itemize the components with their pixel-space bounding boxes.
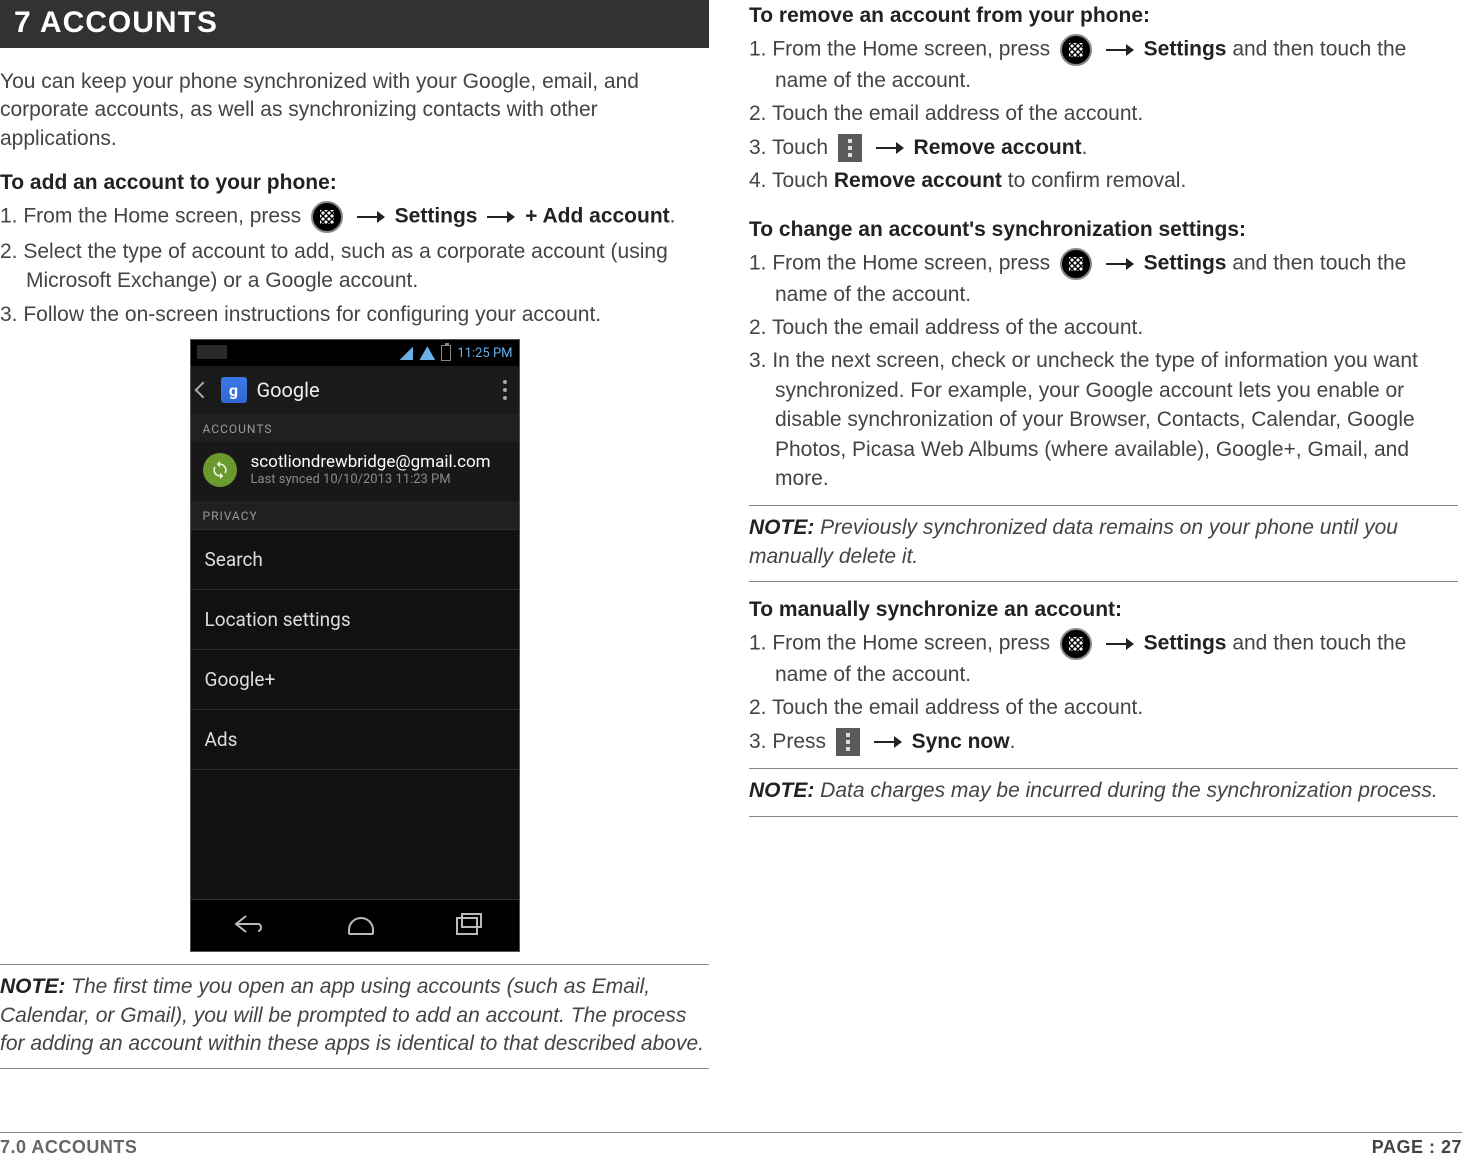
note-label: NOTE: bbox=[0, 975, 65, 998]
status-bar: 11:25 PM bbox=[191, 340, 519, 366]
manual-step-2: 2. Touch the email address of the accoun… bbox=[749, 693, 1458, 722]
add-account-heading: To add an account to your phone: bbox=[0, 171, 709, 195]
change-step-3: 3. In the next screen, check or uncheck … bbox=[749, 346, 1458, 493]
arrow-icon bbox=[1106, 638, 1134, 650]
privacy-item-ads[interactable]: Ads bbox=[191, 709, 519, 769]
google-logo-icon: g bbox=[221, 377, 247, 403]
phone-screenshot: 11:25 PM g Google ACCOUNTS scotliondrewb… bbox=[190, 339, 520, 952]
page-footer: 7.0 ACCOUNTS PAGE : 27 bbox=[0, 1132, 1462, 1158]
nav-home-icon[interactable] bbox=[348, 917, 374, 935]
clock: 11:25 PM bbox=[457, 346, 512, 361]
apps-icon bbox=[1060, 628, 1092, 660]
settings-label: Settings bbox=[395, 205, 478, 228]
add-account-label: + Add account bbox=[525, 205, 670, 228]
manual-step-1: 1. From the Home screen, press Settings … bbox=[749, 628, 1458, 689]
settings-label: Settings bbox=[1144, 38, 1227, 61]
privacy-item-googleplus[interactable]: Google+ bbox=[191, 649, 519, 709]
arrow-icon bbox=[1106, 258, 1134, 270]
wifi-icon bbox=[419, 346, 435, 360]
note-label: NOTE: bbox=[749, 516, 814, 539]
note-first-time: NOTE: The first time you open an app usi… bbox=[0, 964, 709, 1069]
sync-now-label: Sync now bbox=[912, 730, 1010, 753]
add-account-steps: 1. From the Home screen, press Settings … bbox=[0, 201, 709, 329]
intro-text: You can keep your phone synchronized wit… bbox=[0, 68, 709, 153]
footer-page-number: PAGE : 27 bbox=[1372, 1137, 1462, 1158]
arrow-icon bbox=[1106, 44, 1134, 56]
manual-sync-heading: To manually synchronize an account: bbox=[749, 598, 1458, 622]
nav-recent-icon[interactable] bbox=[456, 917, 478, 935]
account-row[interactable]: scotliondrewbridge@gmail.com Last synced… bbox=[191, 442, 519, 501]
nav-bar bbox=[191, 899, 519, 951]
change-sync-heading: To change an account's synchronization s… bbox=[749, 218, 1458, 242]
privacy-section-label: PRIVACY bbox=[191, 501, 519, 529]
footer-section: 7.0 ACCOUNTS bbox=[0, 1137, 137, 1158]
remove-account-heading: To remove an account from your phone: bbox=[749, 4, 1458, 28]
change-step-2: 2. Touch the email address of the accoun… bbox=[749, 313, 1458, 342]
overflow-menu-icon[interactable] bbox=[503, 380, 507, 384]
remove-step-4: 4. Touch Remove account to confirm remov… bbox=[749, 166, 1458, 195]
privacy-item-location[interactable]: Location settings bbox=[191, 589, 519, 649]
add-step-3: 3. Follow the on-screen instructions for… bbox=[0, 300, 709, 329]
add-step-2: 2. Select the type of account to add, su… bbox=[0, 237, 709, 296]
remove-account-steps: 1. From the Home screen, press Settings … bbox=[749, 34, 1458, 196]
arrow-icon bbox=[487, 211, 515, 223]
text: 1. From the Home screen, press bbox=[0, 205, 307, 228]
remove-account-label: Remove account bbox=[914, 136, 1082, 159]
sync-icon bbox=[203, 453, 237, 487]
back-icon[interactable] bbox=[194, 382, 211, 399]
remove-step-1: 1. From the Home screen, press Settings … bbox=[749, 34, 1458, 95]
chapter-title: 7 ACCOUNTS bbox=[0, 0, 709, 48]
arrow-icon bbox=[357, 211, 385, 223]
manual-step-3: 3. Press Sync now. bbox=[749, 727, 1458, 756]
overflow-menu-icon bbox=[836, 728, 860, 756]
change-step-1: 1. From the Home screen, press Settings … bbox=[749, 248, 1458, 309]
overflow-menu-icon bbox=[838, 134, 862, 162]
signal-icon bbox=[399, 346, 413, 360]
app-bar[interactable]: g Google bbox=[191, 366, 519, 414]
note-label: NOTE: bbox=[749, 779, 814, 802]
apps-icon bbox=[311, 201, 343, 233]
battery-icon bbox=[441, 345, 451, 361]
apps-icon bbox=[1060, 34, 1092, 66]
privacy-item-search[interactable]: Search bbox=[191, 529, 519, 589]
nav-back-icon[interactable] bbox=[232, 913, 266, 939]
remove-step-2: 2. Touch the email address of the accoun… bbox=[749, 99, 1458, 128]
accounts-section-label: ACCOUNTS bbox=[191, 414, 519, 442]
note-data-charges: NOTE: Data charges may be incurred durin… bbox=[749, 768, 1458, 816]
note-text: Previously synchronized data remains on … bbox=[749, 516, 1398, 567]
note-prev-sync: NOTE: Previously synchronized data remai… bbox=[749, 505, 1458, 582]
change-sync-steps: 1. From the Home screen, press Settings … bbox=[749, 248, 1458, 494]
note-text: The first time you open an app using acc… bbox=[0, 975, 704, 1055]
arrow-icon bbox=[876, 142, 904, 154]
last-synced: Last synced 10/10/2013 11:23 PM bbox=[251, 472, 491, 487]
status-chip-icon bbox=[197, 345, 227, 359]
remove-step-3: 3. Touch Remove account. bbox=[749, 133, 1458, 162]
appbar-title: Google bbox=[257, 378, 320, 402]
settings-label: Settings bbox=[1144, 632, 1227, 655]
manual-sync-steps: 1. From the Home screen, press Settings … bbox=[749, 628, 1458, 756]
settings-label: Settings bbox=[1144, 251, 1227, 274]
arrow-icon bbox=[874, 736, 902, 748]
account-email: scotliondrewbridge@gmail.com bbox=[251, 452, 491, 472]
phone-blank bbox=[191, 769, 519, 899]
apps-icon bbox=[1060, 248, 1092, 280]
note-text: Data charges may be incurred during the … bbox=[814, 779, 1437, 802]
add-step-1: 1. From the Home screen, press Settings … bbox=[0, 201, 709, 233]
